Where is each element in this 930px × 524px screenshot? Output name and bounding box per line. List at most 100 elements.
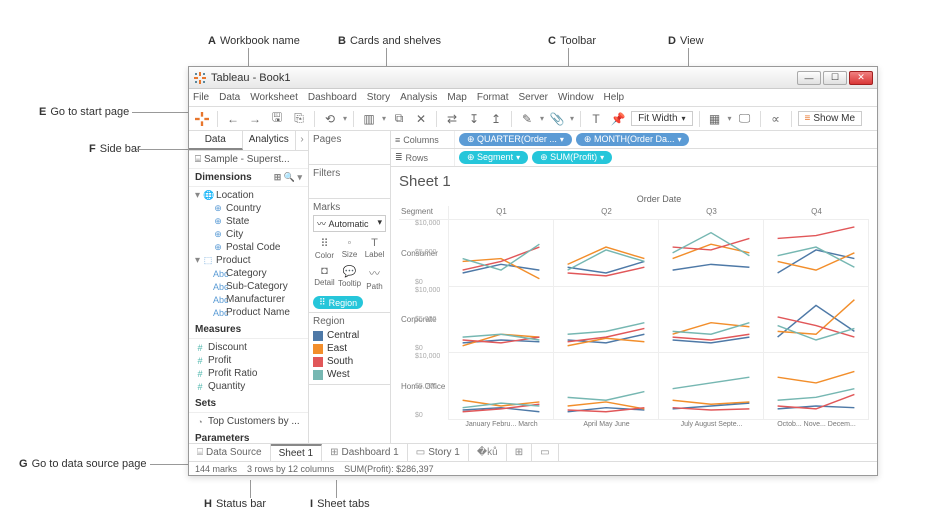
pill[interactable]: ⊕ Segment▾ [459, 151, 528, 164]
measure-discount[interactable]: #Discount [189, 341, 308, 354]
mark-btn-label[interactable]: TLabel [363, 235, 386, 261]
go-start-icon[interactable] [193, 110, 211, 128]
back-icon[interactable]: ← [224, 110, 242, 128]
cube-icon: ⬚ [203, 255, 213, 266]
dim-group-product[interactable]: ▾ ⬚ Product [189, 254, 308, 267]
cards-pane: Pages Filters Marks 〰 Automatic▾ ⠿Color◦… [309, 131, 391, 443]
pill[interactable]: ⊕ SUM(Profit)▾ [532, 151, 612, 164]
tab-analytics[interactable]: Analytics [243, 131, 297, 150]
menu-data[interactable]: Data [219, 92, 240, 103]
measure-profit-ratio[interactable]: #Profit Ratio [189, 367, 308, 380]
status-dims: 3 rows by 12 columns [247, 464, 334, 474]
color-icon: ⠿ [313, 236, 336, 251]
dim-product-name[interactable]: AbcProduct Name [189, 306, 308, 319]
menu-story[interactable]: Story [367, 92, 390, 103]
pages-card[interactable]: Pages [309, 131, 390, 165]
mark-btn-detail[interactable]: ◘Detail [313, 263, 336, 292]
new-data-icon[interactable]: ⎘ [290, 110, 308, 128]
menu-window[interactable]: Window [558, 92, 594, 103]
view-zone: ≡Columns ⊕ QUARTER(Order ...▾⊕ MONTH(Ord… [391, 131, 877, 443]
maximize-button[interactable]: ☐ [823, 71, 847, 85]
new-story-tab[interactable]: ▭ [532, 444, 558, 461]
group-icon[interactable]: 📎 [548, 110, 566, 128]
pin-icon[interactable]: 📌 [609, 110, 627, 128]
new-sheet-icon[interactable]: ▥ [360, 110, 378, 128]
menu-server[interactable]: Server [519, 92, 548, 103]
fit-dropdown[interactable]: Fit Width▾ [631, 111, 692, 126]
pill[interactable]: ⊕ QUARTER(Order ...▾ [459, 133, 572, 146]
params-header: Parameters [189, 430, 308, 443]
menu-file[interactable]: File [193, 92, 209, 103]
dim-manufacturer[interactable]: AbcManufacturer [189, 293, 308, 306]
mark-btn-path[interactable]: 〰Path [363, 263, 386, 292]
rows-shelf[interactable]: ≣Rows ⊕ Segment▾⊕ SUM(Profit)▾ [391, 149, 877, 167]
dim-category[interactable]: AbcCategory [189, 267, 308, 280]
columns-shelf[interactable]: ≡Columns ⊕ QUARTER(Order ...▾⊕ MONTH(Ord… [391, 131, 877, 149]
dim-city[interactable]: ⊕City [189, 228, 308, 241]
story1-tab[interactable]: ▭Story 1 [408, 444, 469, 461]
callout-e: EGo to start page [39, 106, 129, 118]
close-button[interactable]: ✕ [849, 71, 873, 85]
measure-profit[interactable]: #Profit [189, 354, 308, 367]
filters-card[interactable]: Filters [309, 165, 390, 199]
marks-color-pill[interactable]: ⠿Region [313, 296, 363, 309]
mark-btn-tooltip[interactable]: 💬Tooltip [338, 263, 361, 292]
forward-icon[interactable]: → [246, 110, 264, 128]
view-canvas[interactable]: Sheet 1 Order Date SegmentQ1Q2Q3Q4Consum… [391, 167, 877, 443]
clear-icon[interactable]: ✕ [412, 110, 430, 128]
pill[interactable]: ⊕ MONTH(Order Da...▾ [576, 133, 690, 146]
callout-a: AWorkbook name [208, 35, 300, 47]
month-labels: July August Septe... [659, 420, 764, 434]
sidebar-expand-icon[interactable]: › [296, 131, 308, 150]
save-icon[interactable]: 🖫 [268, 110, 286, 128]
toolbar: ← → 🖫 ⎘ ⟲ ▾ ▥ ▾ ⧉ ✕ ⇄ ↧ ↥ ✎ ▾ 📎 ▾ T 📌 Fi… [189, 107, 877, 131]
dim-country[interactable]: ⊕Country [189, 202, 308, 215]
share-icon[interactable]: ∝ [767, 110, 785, 128]
datasource-item[interactable]: ⌸Sample - Superst... [189, 151, 308, 169]
datasource-tab-icon: ⌸ [197, 447, 203, 458]
legend-west[interactable]: West [313, 368, 386, 381]
sort-desc-icon[interactable]: ↥ [487, 110, 505, 128]
highlight-icon[interactable]: ✎ [518, 110, 536, 128]
menu-analysis[interactable]: Analysis [400, 92, 437, 103]
statusbar: 144 marks 3 rows by 12 columns SUM(Profi… [189, 461, 877, 475]
minimize-button[interactable]: — [797, 71, 821, 85]
new-dashboard-tab[interactable]: ⊞ [507, 444, 532, 461]
sort-asc-icon[interactable]: ↧ [465, 110, 483, 128]
set-item[interactable]: ◔Top Customers by ... [189, 415, 308, 428]
dim-group-location[interactable]: ▾ 🌐 Location [189, 189, 308, 202]
tab-data[interactable]: Data [189, 131, 243, 150]
mark-btn-size[interactable]: ◦Size [338, 235, 361, 261]
swap-icon[interactable]: ⇄ [443, 110, 461, 128]
menu-help[interactable]: Help [604, 92, 625, 103]
menu-format[interactable]: Format [477, 92, 509, 103]
legend-east[interactable]: East [313, 342, 386, 355]
showme-button[interactable]: ≡Show Me [798, 111, 863, 126]
dashboard1-tab[interactable]: ⊞Dashboard 1 [322, 444, 408, 461]
globe-icon: 🌐 [203, 190, 213, 201]
marks-type-dropdown[interactable]: 〰 Automatic▾ [313, 215, 386, 232]
menu-worksheet[interactable]: Worksheet [250, 92, 298, 103]
duplicate-icon[interactable]: ⧉ [390, 110, 408, 128]
menu-map[interactable]: Map [447, 92, 466, 103]
sheet1-tab[interactable]: Sheet 1 [271, 444, 322, 461]
legend-south[interactable]: South [313, 355, 386, 368]
dim-sub-category[interactable]: AbcSub-Category [189, 280, 308, 293]
mark-btn-color[interactable]: ⠿Color [313, 235, 336, 261]
dim-postal-code[interactable]: ⊕Postal Code [189, 241, 308, 254]
labels-icon[interactable]: T [587, 110, 605, 128]
legend-swatch [313, 357, 323, 367]
measure-quantity[interactable]: #Quantity [189, 380, 308, 393]
datasource-tab[interactable]: ⌸Data Source [189, 444, 271, 461]
legend-swatch [313, 370, 323, 380]
chart-cell [554, 353, 659, 420]
chart-cell [764, 287, 869, 354]
cards-icon[interactable]: ▦ [706, 110, 724, 128]
legend-central[interactable]: Central [313, 329, 386, 342]
sheet-title[interactable]: Sheet 1 [399, 173, 869, 190]
dim-state[interactable]: ⊕State [189, 215, 308, 228]
menu-dashboard[interactable]: Dashboard [308, 92, 357, 103]
new-sheet-tab[interactable]: �ků [469, 444, 507, 461]
refresh-icon[interactable]: ⟲ [321, 110, 339, 128]
present-icon[interactable]: 🖵 [736, 110, 754, 128]
